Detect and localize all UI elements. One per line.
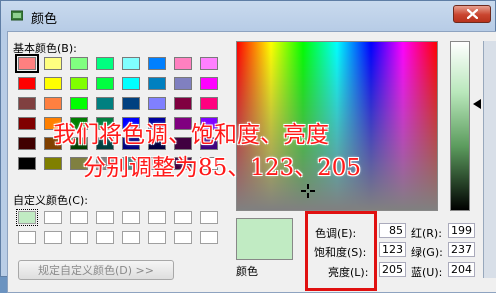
basic-color-swatch[interactable]: [122, 57, 140, 70]
custom-color-swatch[interactable]: [122, 231, 140, 244]
custom-color-swatch[interactable]: [70, 211, 88, 224]
custom-color-swatch[interactable]: [174, 231, 192, 244]
luminosity-slider[interactable]: [450, 41, 470, 211]
color-dialog: 颜色 基本颜色(B): 自定义颜色(C): 规定自定义颜色(D) >> 颜色 色…: [0, 0, 496, 293]
basic-color-swatch[interactable]: [70, 77, 88, 90]
basic-color-swatch[interactable]: [122, 77, 140, 90]
define-custom-colors-button[interactable]: 规定自定义颜色(D) >>: [18, 260, 174, 280]
basic-color-swatch[interactable]: [18, 77, 36, 90]
basic-color-swatch[interactable]: [148, 57, 166, 70]
custom-color-swatch[interactable]: [200, 231, 218, 244]
hue-input[interactable]: 85: [379, 223, 406, 238]
basic-color-swatch[interactable]: [18, 117, 36, 130]
basic-color-swatch[interactable]: [200, 57, 218, 70]
basic-color-swatch[interactable]: [174, 97, 192, 110]
basic-color-swatch[interactable]: [96, 57, 114, 70]
blue-label: 蓝(U):: [411, 266, 443, 279]
custom-color-swatch[interactable]: [96, 231, 114, 244]
custom-color-swatch[interactable]: [44, 231, 62, 244]
basic-color-swatch[interactable]: [96, 97, 114, 110]
basic-color-swatch[interactable]: [200, 77, 218, 90]
basic-color-swatch[interactable]: [44, 157, 62, 170]
color-preview: [236, 218, 293, 260]
basic-color-swatch[interactable]: [148, 77, 166, 90]
annotation-line-1: 我们将色调、饱和度、亮度: [53, 122, 329, 148]
basic-color-swatch[interactable]: [18, 97, 36, 110]
basic-colors-label: 基本颜色(B):: [13, 42, 77, 55]
basic-color-swatch[interactable]: [44, 77, 62, 90]
custom-colors-label: 自定义颜色(C):: [13, 194, 88, 207]
blue-input[interactable]: 204: [448, 262, 475, 277]
close-icon: [467, 9, 478, 19]
app-icon: [11, 10, 23, 21]
window-title: 颜色: [31, 12, 58, 27]
luminosity-input[interactable]: 205: [379, 262, 406, 277]
basic-color-swatch[interactable]: [18, 157, 36, 170]
basic-color-swatch[interactable]: [44, 97, 62, 110]
basic-color-swatch[interactable]: [122, 97, 140, 110]
background-window-edge: [483, 41, 496, 278]
basic-color-swatch[interactable]: [18, 137, 36, 150]
custom-color-swatch[interactable]: [70, 231, 88, 244]
custom-color-swatch[interactable]: [96, 211, 114, 224]
basic-color-swatch[interactable]: [96, 77, 114, 90]
basic-color-swatch[interactable]: [70, 57, 88, 70]
green-label: 绿(G):: [411, 246, 443, 259]
red-label: 红(R):: [411, 227, 442, 240]
custom-color-swatch[interactable]: [122, 211, 140, 224]
basic-color-swatch[interactable]: [200, 97, 218, 110]
green-input[interactable]: 237: [448, 242, 475, 257]
custom-color-swatch[interactable]: [174, 211, 192, 224]
close-button[interactable]: [453, 5, 491, 23]
custom-color-swatch[interactable]: [16, 209, 38, 226]
annotation-line-2: 分别调整为85、123、205: [83, 155, 362, 181]
red-input[interactable]: 199: [448, 223, 475, 238]
custom-color-swatch[interactable]: [148, 231, 166, 244]
basic-color-swatch[interactable]: [174, 57, 192, 70]
basic-color-swatch[interactable]: [15, 54, 39, 73]
custom-color-swatch[interactable]: [18, 231, 36, 244]
crosshair-icon[interactable]: [301, 184, 315, 198]
basic-color-swatch[interactable]: [148, 97, 166, 110]
saturation-input[interactable]: 123: [379, 242, 406, 257]
highlight-box: [305, 211, 377, 291]
luminosity-arrow-icon[interactable]: [473, 99, 481, 109]
basic-color-swatch[interactable]: [70, 97, 88, 110]
basic-color-swatch[interactable]: [174, 77, 192, 90]
title-bar[interactable]: 颜色: [1, 1, 496, 31]
custom-color-swatch[interactable]: [148, 211, 166, 224]
custom-color-swatch[interactable]: [44, 211, 62, 224]
basic-color-swatch[interactable]: [44, 57, 62, 70]
custom-color-swatch[interactable]: [200, 211, 218, 224]
